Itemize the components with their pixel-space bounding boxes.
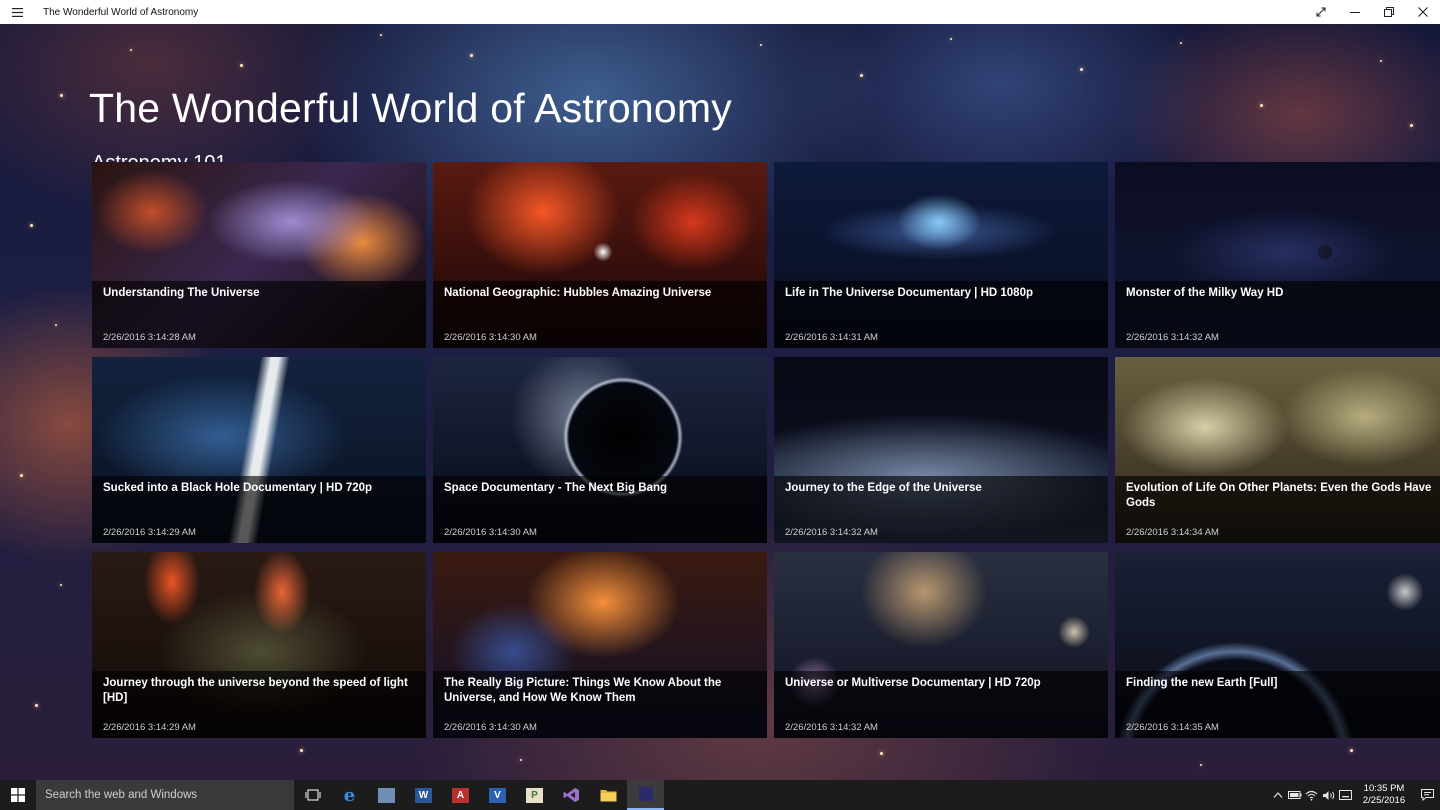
video-tile[interactable]: The Really Big Picture: Things We Know A…	[433, 552, 767, 738]
video-date: 2/26/2016 3:14:30 AM	[444, 332, 537, 343]
word-button[interactable]: W	[405, 780, 442, 810]
battery-icon	[1287, 791, 1301, 799]
visual-studio-button[interactable]	[553, 780, 590, 810]
video-date: 2/26/2016 3:14:29 AM	[103, 527, 196, 538]
clock-button[interactable]: 10:35 PM 2/25/2016	[1354, 783, 1414, 807]
project-button[interactable]: P	[516, 780, 553, 810]
video-tile[interactable]: Finding the new Earth [Full] 2/26/2016 3…	[1115, 552, 1440, 738]
video-tile[interactable]: National Geographic: Hubbles Amazing Uni…	[433, 162, 767, 348]
video-date: 2/26/2016 3:14:32 AM	[1126, 332, 1219, 343]
file-explorer-button[interactable]	[590, 780, 627, 810]
network-button[interactable]	[1303, 780, 1320, 810]
video-tile[interactable]: Space Documentary - The Next Big Bang 2/…	[433, 357, 767, 543]
video-tile[interactable]: Sucked into a Black Hole Documentary | H…	[92, 357, 426, 543]
video-title: Finding the new Earth [Full]	[1126, 677, 1278, 689]
video-date: 2/26/2016 3:14:30 AM	[444, 722, 537, 733]
video-date: 2/26/2016 3:14:28 AM	[103, 332, 196, 343]
restore-icon	[1384, 7, 1394, 17]
windows-logo-icon	[11, 788, 25, 802]
access-icon: A	[452, 787, 469, 803]
video-tile[interactable]: Evolution of Life On Other Planets: Even…	[1115, 357, 1440, 543]
video-date: 2/26/2016 3:14:35 AM	[1126, 722, 1219, 733]
window-controls	[1304, 0, 1440, 24]
close-button[interactable]	[1406, 0, 1440, 24]
access-button[interactable]: A	[442, 780, 479, 810]
video-tile[interactable]: Journey to the Edge of the Universe 2/26…	[774, 357, 1108, 543]
page-title: The Wonderful World of Astronomy	[89, 85, 732, 131]
clock-time: 10:35 PM	[1363, 783, 1405, 794]
calculator-icon	[378, 787, 395, 803]
volume-button[interactable]	[1320, 780, 1337, 810]
astronomy-app-icon	[638, 787, 653, 801]
video-title: Life in The Universe Documentary | HD 10…	[785, 287, 1033, 299]
video-title: Space Documentary - The Next Big Bang	[444, 482, 668, 494]
search-placeholder: Search the web and Windows	[45, 789, 198, 801]
visio-button[interactable]: V	[479, 780, 516, 810]
visio-icon: V	[489, 787, 506, 803]
input-indicator-button[interactable]	[1337, 780, 1354, 810]
video-date: 2/26/2016 3:14:30 AM	[444, 527, 537, 538]
folder-icon	[600, 790, 617, 802]
clock-date: 2/25/2016	[1362, 795, 1406, 806]
window-title: The Wonderful World of Astronomy	[43, 6, 199, 18]
video-date: 2/26/2016 3:14:34 AM	[1126, 527, 1219, 538]
task-view-button[interactable]	[294, 780, 331, 810]
full-screen-button[interactable]	[1304, 0, 1338, 24]
video-date: 2/26/2016 3:14:32 AM	[785, 527, 878, 538]
astronomy-app-button[interactable]	[627, 780, 664, 810]
taskbar-search-box[interactable]: Search the web and Windows	[36, 780, 294, 810]
close-icon	[1418, 7, 1428, 17]
video-title: Journey to the Edge of the Universe	[785, 482, 982, 494]
video-tile[interactable]: Universe or Multiverse Documentary | HD …	[774, 552, 1108, 738]
video-date: 2/26/2016 3:14:31 AM	[785, 332, 878, 343]
video-tile[interactable]: Journey through the universe beyond the …	[92, 552, 426, 738]
visual-studio-icon	[563, 788, 579, 802]
video-date: 2/26/2016 3:14:32 AM	[785, 722, 878, 733]
edge-button[interactable]: e	[331, 780, 368, 810]
start-button[interactable]	[0, 780, 36, 810]
video-title: Monster of the Milky Way HD	[1126, 287, 1284, 299]
video-title: Universe or Multiverse Documentary | HD …	[785, 677, 1041, 689]
video-title: Understanding The Universe	[103, 287, 260, 299]
chevron-up-icon	[1273, 792, 1282, 798]
system-tray: 10:35 PM 2/25/2016	[1269, 780, 1440, 810]
keyboard-icon	[1339, 790, 1352, 800]
video-grid: Understanding The Universe 2/26/2016 3:1…	[92, 162, 1440, 738]
notification-icon	[1420, 789, 1434, 801]
video-title: Journey through the universe beyond the …	[103, 677, 408, 704]
edge-icon: e	[343, 784, 356, 806]
video-title: The Really Big Picture: Things We Know A…	[444, 677, 722, 704]
video-title: Evolution of Life On Other Planets: Even…	[1126, 482, 1432, 509]
show-hidden-icons-button[interactable]	[1269, 780, 1286, 810]
video-title: Sucked into a Black Hole Documentary | H…	[103, 482, 373, 494]
video-tile[interactable]: Life in The Universe Documentary | HD 10…	[774, 162, 1108, 348]
task-view-icon	[305, 789, 320, 801]
restore-button[interactable]	[1372, 0, 1406, 24]
speaker-icon	[1323, 790, 1335, 800]
action-center-button[interactable]	[1414, 780, 1440, 810]
video-tile[interactable]: Monster of the Milky Way HD 2/26/2016 3:…	[1115, 162, 1440, 348]
title-bar: The Wonderful World of Astronomy	[0, 0, 1440, 24]
taskbar-apps: e W A V P	[294, 780, 664, 810]
taskbar: Search the web and Windows e W A V P 10:…	[0, 780, 1440, 810]
video-date: 2/26/2016 3:14:29 AM	[103, 722, 196, 733]
word-icon: W	[415, 787, 432, 803]
project-icon: P	[526, 787, 543, 803]
battery-button[interactable]	[1286, 780, 1303, 810]
minimize-button[interactable]	[1338, 0, 1372, 24]
calculator-button[interactable]	[368, 780, 405, 810]
wifi-icon	[1305, 790, 1318, 801]
video-tile[interactable]: Understanding The Universe 2/26/2016 3:1…	[92, 162, 426, 348]
minimize-icon	[1350, 12, 1360, 13]
expand-icon	[1316, 7, 1326, 17]
hamburger-icon	[11, 7, 23, 17]
video-title: National Geographic: Hubbles Amazing Uni…	[444, 287, 712, 299]
hamburger-menu-button[interactable]	[0, 0, 34, 24]
